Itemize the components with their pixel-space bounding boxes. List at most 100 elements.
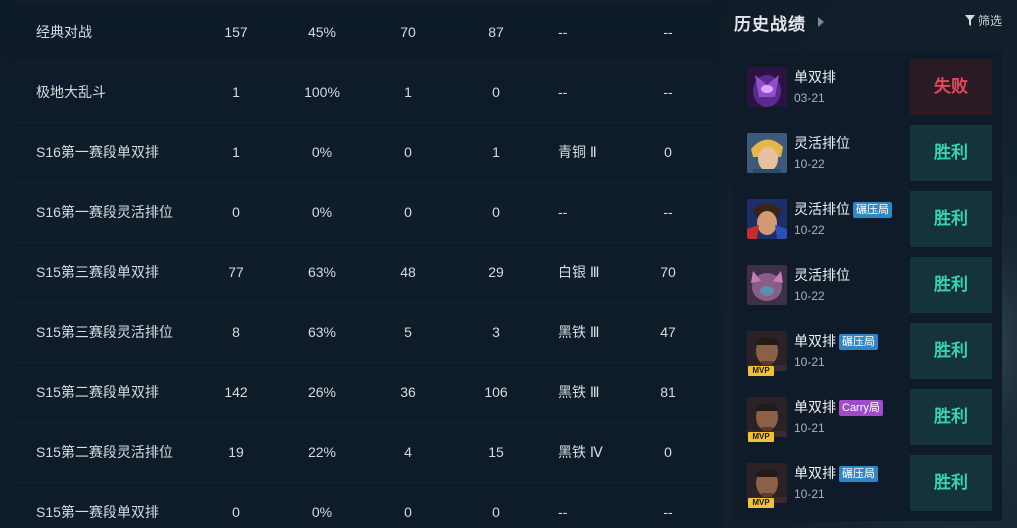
league-points-cell: -- (663, 24, 673, 40)
league-points-cell: 0 (664, 144, 672, 160)
match-history-item[interactable]: MVP 单双排 Carry局 10-21 胜利 (734, 389, 1002, 445)
wins-cell: 5 (404, 324, 412, 340)
losses-cell: 0 (492, 204, 500, 220)
match-mode: 灵活排位 碾压局 (794, 199, 892, 219)
wins-cell: 48 (400, 264, 416, 280)
match-result: 胜利 (910, 125, 992, 181)
champion-avatar (747, 331, 787, 371)
win-rate-cell: 45% (307, 24, 337, 40)
match-mode-label: 灵活排位 (794, 201, 850, 217)
rank-cell: 白银 Ⅲ (558, 264, 600, 280)
rank-cell: 黑铁 Ⅲ (558, 384, 600, 400)
dark-warrior-portrait-icon (747, 463, 787, 503)
mode-cell: S16第一赛段灵活排位 (36, 204, 173, 220)
match-date: 10-22 (794, 289, 825, 303)
rank-cell: -- (558, 204, 568, 220)
total-games-cell: 19 (228, 444, 244, 460)
league-points-cell: 47 (660, 324, 676, 340)
match-mode-label: 单双排 (794, 333, 836, 349)
table-row: S15第二赛段单双排 142 26% 36 106 黑铁 Ⅲ 81 (14, 363, 714, 423)
history-header[interactable]: 历史战绩 (734, 10, 824, 34)
table-row: 极地大乱斗 1 100% 1 0 -- -- (14, 63, 714, 123)
match-date: 10-21 (794, 487, 825, 501)
wins-cell: 0 (404, 204, 412, 220)
mode-cell: S15第二赛段单双排 (36, 384, 159, 400)
total-games-cell: 8 (232, 324, 240, 340)
match-mode: 灵活排位 (794, 133, 850, 153)
match-result: 胜利 (910, 191, 992, 247)
league-points-cell: -- (663, 84, 673, 100)
league-points-cell: 70 (660, 264, 676, 280)
match-date: 03-21 (794, 91, 825, 105)
match-history-item[interactable]: 灵活排位 碾压局 10-22 胜利 (734, 191, 1002, 247)
match-tag-badge: Carry局 (839, 400, 883, 416)
match-mode-label: 单双排 (794, 69, 836, 85)
losses-cell: 0 (492, 504, 500, 520)
losses-cell: 29 (488, 264, 504, 280)
match-mode: 单双排 碾压局 (794, 331, 878, 351)
dark-warrior-portrait-icon (747, 331, 787, 371)
total-games-cell: 77 (228, 264, 244, 280)
match-history-item[interactable]: MVP 单双排 碾压局 10-21 胜利 (734, 455, 1002, 511)
match-history-list: 单双排 03-21 失败 灵活排位 10-22 胜利 灵活排位 碾压局 10-22 胜利 灵活排位 1… (734, 51, 1002, 521)
losses-cell: 87 (488, 24, 504, 40)
match-result: 胜利 (910, 323, 992, 379)
win-rate-cell: 63% (307, 324, 337, 340)
match-tag-badge: 碾压局 (839, 466, 878, 482)
champion-avatar (747, 397, 787, 437)
rank-cell: 黑铁 Ⅳ (558, 444, 603, 460)
mode-cell: S15第三赛段灵活排位 (36, 324, 173, 340)
wins-cell: 0 (404, 144, 412, 160)
table-row: S16第一赛段灵活排位 0 0% 0 0 -- -- (14, 183, 714, 243)
rank-cell: 黑铁 Ⅲ (558, 324, 600, 340)
champion-avatar (747, 67, 787, 107)
table-row: S15第二赛段灵活排位 19 22% 4 15 黑铁 Ⅳ 0 (14, 423, 714, 483)
match-mode-label: 灵活排位 (794, 267, 850, 283)
rank-cell: -- (558, 84, 568, 100)
champion-avatar (747, 265, 787, 305)
table-row: 经典对战 157 45% 70 87 -- -- (14, 3, 714, 63)
stats-table: 经典对战 157 45% 70 87 -- -- 极地大乱斗 1 100% 1 0 -- -- S16第一赛… (14, 3, 714, 528)
match-date: 10-22 (794, 157, 825, 171)
league-points-cell: -- (663, 204, 673, 220)
filter-button[interactable]: 筛选 (964, 12, 1002, 29)
league-points-cell: -- (663, 504, 673, 520)
match-mode-label: 灵活排位 (794, 135, 850, 151)
mode-cell: S15第一赛段单双排 (36, 504, 159, 520)
total-games-cell: 1 (232, 144, 240, 160)
league-points-cell: 81 (660, 384, 676, 400)
table-row: S15第一赛段单双排 0 0% 0 0 -- -- (14, 483, 714, 528)
mode-cell: 经典对战 (36, 24, 92, 40)
table-row: S15第三赛段单双排 77 63% 48 29 白银 Ⅲ 70 (14, 243, 714, 303)
match-history-item[interactable]: 灵活排位 10-22 胜利 (734, 257, 1002, 313)
chevron-right-icon (818, 17, 824, 27)
match-mode: 单双排 (794, 67, 836, 87)
match-history-item[interactable]: 灵活排位 10-22 胜利 (734, 125, 1002, 181)
win-rate-cell: 100% (304, 84, 340, 100)
rank-cell: 青铜 Ⅱ (558, 144, 597, 160)
match-result: 失败 (910, 59, 992, 115)
purple-assassin-portrait-icon (747, 67, 787, 107)
league-points-cell: 0 (664, 444, 672, 460)
total-games-cell: 0 (232, 504, 240, 520)
blonde-hero-portrait-icon (747, 133, 787, 173)
win-rate-cell: 0% (311, 144, 333, 160)
mode-cell: S15第二赛段灵活排位 (36, 444, 173, 460)
wins-cell: 36 (400, 384, 416, 400)
losses-cell: 3 (492, 324, 500, 340)
match-result: 胜利 (910, 455, 992, 511)
win-rate-cell: 63% (307, 264, 337, 280)
match-history-item[interactable]: MVP 单双排 碾压局 10-21 胜利 (734, 323, 1002, 379)
match-history-item[interactable]: 单双排 03-21 失败 (734, 59, 1002, 115)
total-games-cell: 157 (224, 24, 248, 40)
mode-cell: S15第三赛段单双排 (36, 264, 159, 280)
filter-label: 筛选 (977, 14, 1002, 28)
champion-avatar (747, 463, 787, 503)
table-row: S15第三赛段灵活排位 8 63% 5 3 黑铁 Ⅲ 47 (14, 303, 714, 363)
match-result: 胜利 (910, 257, 992, 313)
wins-cell: 0 (404, 504, 412, 520)
match-date: 10-21 (794, 421, 825, 435)
losses-cell: 15 (488, 444, 504, 460)
champion-avatar (747, 199, 787, 239)
match-mode-label: 单双排 (794, 465, 836, 481)
